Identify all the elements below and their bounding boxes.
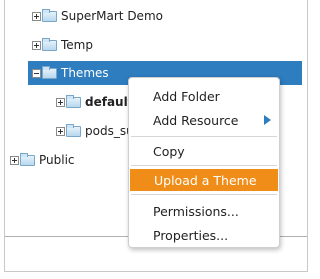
- submenu-arrow-icon: [264, 115, 271, 125]
- folder-icon: [66, 94, 81, 108]
- context-menu: Add Folder Add Resource Copy Upload a Th…: [128, 77, 280, 248]
- folder-icon: [42, 37, 57, 51]
- tree-item-label: Public: [39, 153, 75, 167]
- menu-item-properties[interactable]: Properties...: [129, 224, 279, 246]
- folder-icon: [66, 123, 81, 137]
- menu-item-copy[interactable]: Copy: [129, 140, 279, 162]
- expand-plus-icon[interactable]: [10, 155, 19, 165]
- menu-item-label: Add Resource: [153, 112, 239, 128]
- collapse-minus-icon[interactable]: [32, 68, 41, 78]
- menu-item-label: Upload a Theme: [154, 172, 257, 188]
- menu-item-add-resource[interactable]: Add Resource: [129, 109, 279, 131]
- menu-item-add-folder[interactable]: Add Folder: [129, 85, 279, 107]
- menu-separator: [131, 165, 277, 166]
- menu-separator: [131, 194, 277, 195]
- tree-item-supermart-demo[interactable]: SuperMart Demo: [32, 4, 302, 28]
- tree-item-public[interactable]: Public: [10, 148, 130, 172]
- tree-item-label: Themes: [61, 66, 109, 80]
- menu-item-label: Properties...: [153, 227, 229, 243]
- menu-separator: [131, 136, 277, 137]
- menu-item-label: Permissions...: [153, 203, 239, 219]
- menu-item-permissions[interactable]: Permissions...: [129, 200, 279, 222]
- folder-icon: [20, 152, 35, 166]
- expand-plus-icon[interactable]: [56, 126, 65, 136]
- tree-item-default[interactable]: default: [56, 90, 136, 114]
- folder-icon: [42, 8, 57, 22]
- tree-item-temp[interactable]: Temp: [32, 33, 302, 57]
- expand-plus-icon[interactable]: [32, 40, 41, 50]
- folder-open-icon: [42, 65, 57, 79]
- menu-item-label: Add Folder: [153, 88, 220, 104]
- tree-item-label: SuperMart Demo: [61, 9, 163, 23]
- menu-item-upload-theme[interactable]: Upload a Theme: [130, 169, 278, 191]
- expand-plus-icon[interactable]: [32, 11, 41, 21]
- tree-item-label: default: [85, 95, 134, 109]
- menu-item-label: Copy: [153, 143, 185, 159]
- expand-plus-icon[interactable]: [56, 97, 65, 107]
- tree-item-label: Temp: [61, 38, 93, 52]
- tree-item-pods-sur[interactable]: pods_sur: [56, 119, 136, 143]
